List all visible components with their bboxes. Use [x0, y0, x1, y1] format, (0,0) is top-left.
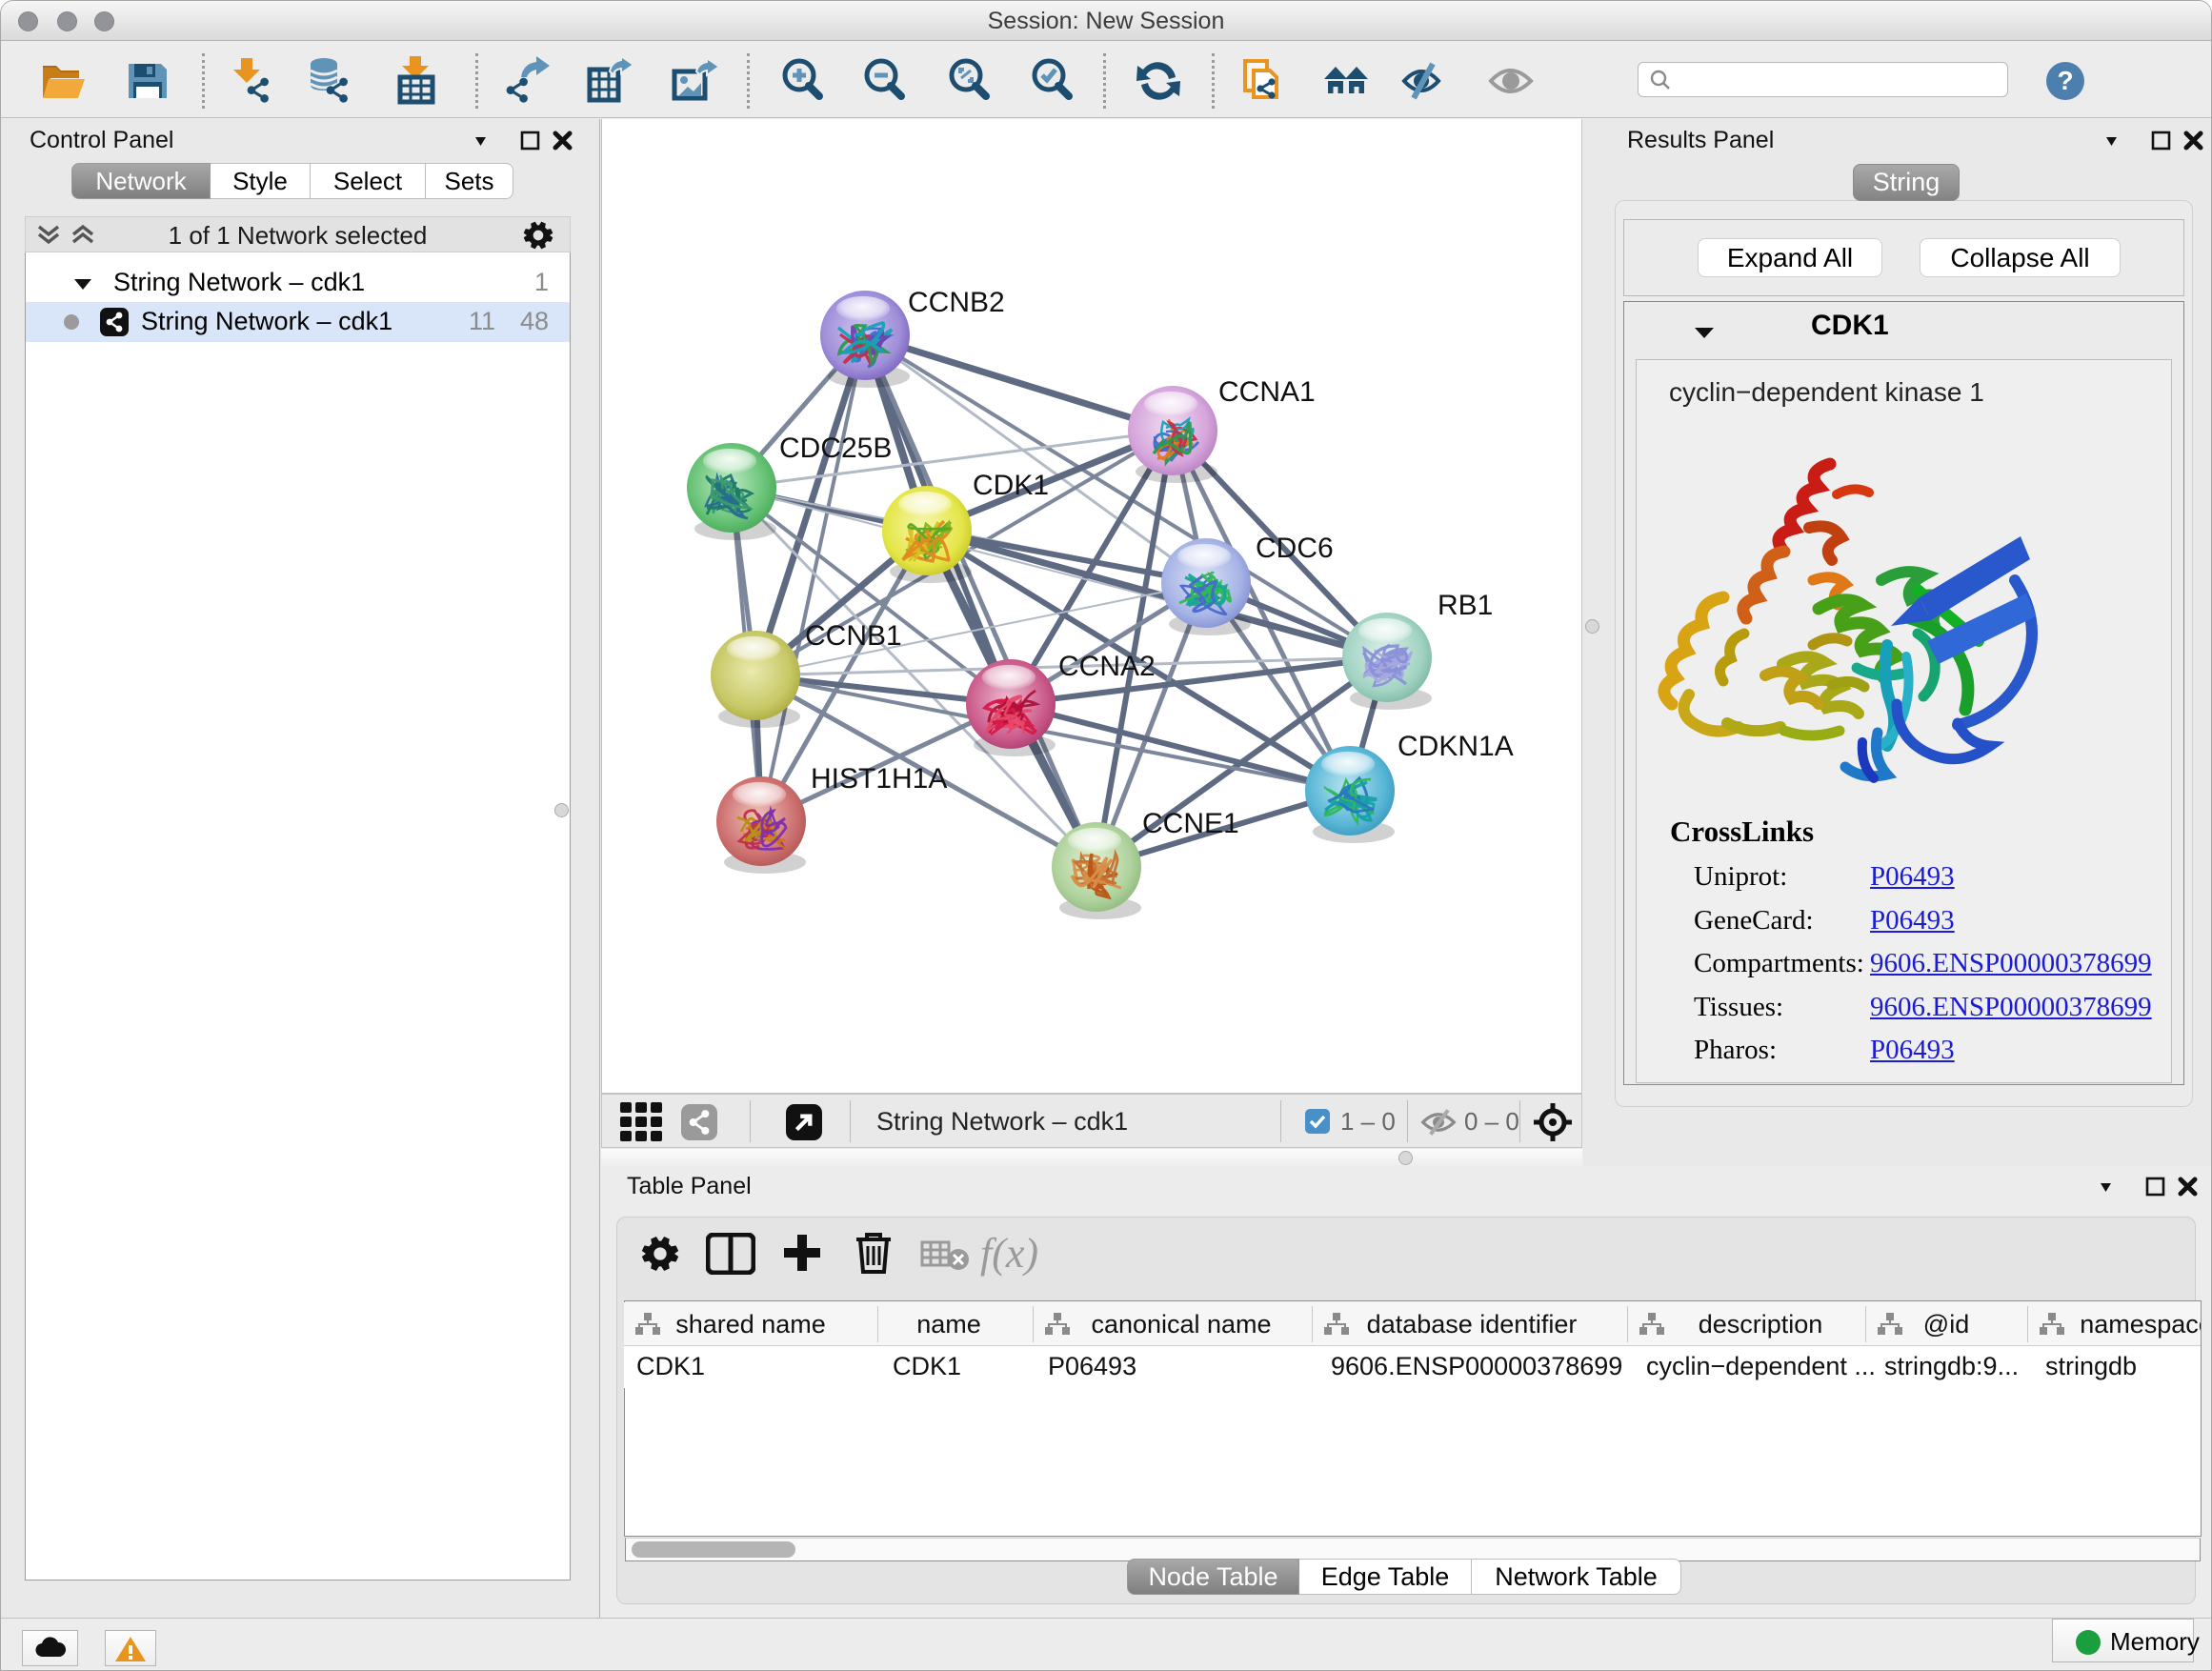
svg-text:CCNA2: CCNA2 — [1058, 651, 1156, 682]
svg-text:CCNA1: CCNA1 — [1218, 376, 1316, 408]
svg-text:CDC6: CDC6 — [1256, 533, 1334, 564]
svg-text:CDK1: CDK1 — [973, 470, 1049, 501]
svg-text:?: ? — [2057, 66, 2073, 95]
svg-text:CCNB1: CCNB1 — [805, 620, 902, 652]
svg-text:HIST1H1A: HIST1H1A — [811, 763, 947, 795]
svg-text:RB1: RB1 — [1438, 590, 1493, 621]
svg-text:CDKN1A: CDKN1A — [1398, 731, 1514, 762]
svg-text:CDC25B: CDC25B — [779, 433, 892, 464]
svg-text:CCNE1: CCNE1 — [1142, 808, 1239, 839]
svg-text:CCNB2: CCNB2 — [908, 287, 1005, 318]
